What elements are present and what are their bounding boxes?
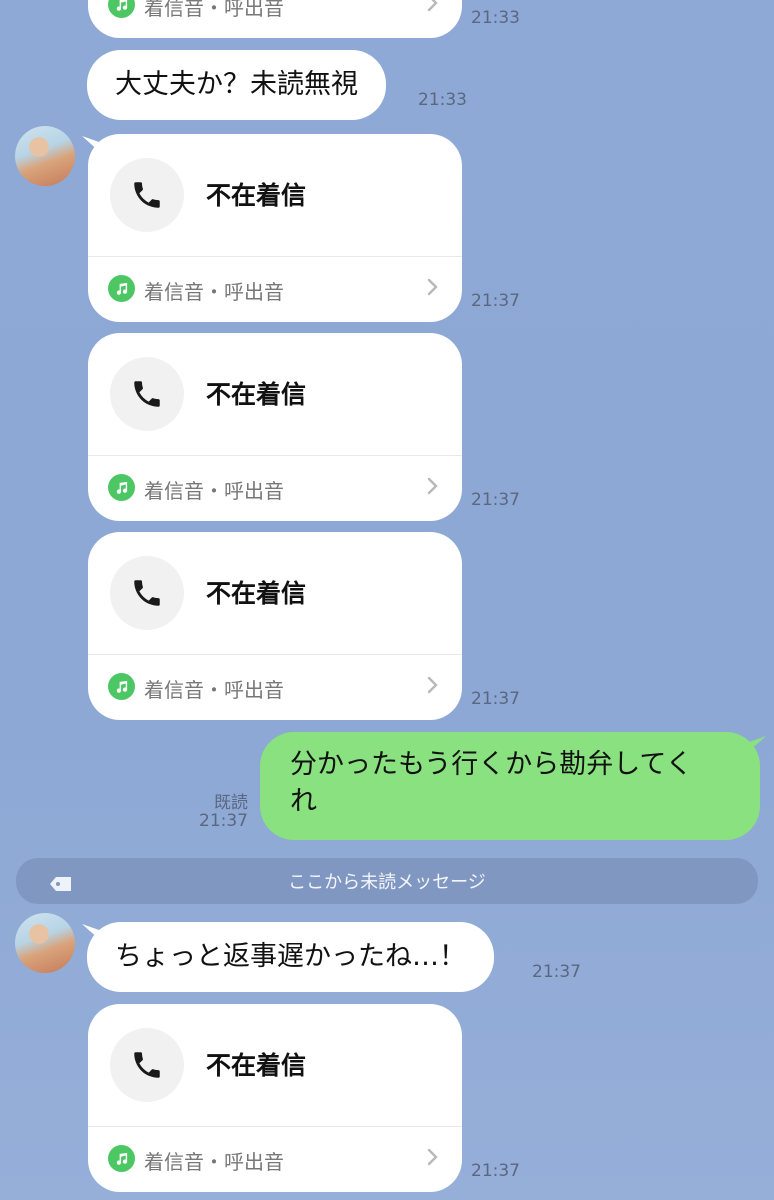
timestamp: 21:33 bbox=[471, 8, 520, 28]
timestamp: 21:37 bbox=[532, 962, 581, 982]
ringtone-link-label: 着信音・呼出音 bbox=[144, 479, 284, 503]
message-text-line: れ bbox=[290, 786, 317, 817]
chevron-right-icon bbox=[426, 275, 440, 303]
message-text: 大丈夫か？未読無視 bbox=[115, 69, 358, 100]
missed-call-card[interactable]: 不在着信 着信音・呼出音 bbox=[88, 532, 462, 720]
unread-divider-label: ここから未読メッセージ bbox=[288, 872, 486, 893]
chevron-right-icon bbox=[426, 474, 440, 502]
missed-call-card[interactable]: 不在着信 着信音・呼出音 bbox=[88, 134, 462, 322]
timestamp: 21:37 bbox=[199, 811, 248, 831]
phone-icon bbox=[110, 556, 184, 630]
music-note-icon bbox=[108, 0, 135, 18]
missed-call-title: 不在着信 bbox=[206, 181, 307, 210]
music-note-icon bbox=[108, 474, 135, 501]
timestamp: 21:37 bbox=[471, 490, 520, 510]
music-note-icon bbox=[108, 275, 135, 302]
received-message-bubble[interactable]: 大丈夫か？未読無視 bbox=[87, 50, 386, 120]
chevron-right-icon bbox=[426, 0, 440, 19]
chevron-right-icon bbox=[426, 673, 440, 701]
music-note-icon bbox=[108, 673, 135, 700]
phone-icon bbox=[110, 158, 184, 232]
sender-avatar[interactable] bbox=[15, 913, 75, 973]
received-message-bubble[interactable]: ちょっと返事遅かったね…！ bbox=[87, 922, 494, 992]
missed-call-card[interactable]: 不在着信 着信音・呼出音 bbox=[88, 1004, 462, 1192]
timestamp: 21:37 bbox=[471, 291, 520, 311]
chevron-right-icon bbox=[426, 1145, 440, 1173]
phone-icon bbox=[110, 1028, 184, 1102]
missed-call-card[interactable]: 不在着信 着信音・呼出音 bbox=[88, 333, 462, 521]
message-text: ちょっと返事遅かったね…！ bbox=[115, 941, 466, 972]
timestamp: 21:37 bbox=[471, 1161, 520, 1181]
timestamp: 21:37 bbox=[471, 689, 520, 709]
sent-message-bubble[interactable]: 分かったもう行くから勘弁してく れ bbox=[260, 732, 760, 840]
missed-call-card-partial[interactable]: 着信音・呼出音 bbox=[88, 0, 462, 38]
sender-avatar[interactable] bbox=[15, 126, 75, 186]
tag-icon bbox=[50, 875, 72, 896]
ringtone-link-label: 着信音・呼出音 bbox=[144, 1150, 284, 1174]
missed-call-title: 不在着信 bbox=[206, 380, 307, 409]
music-note-icon bbox=[108, 1145, 135, 1172]
unread-messages-divider: ここから未読メッセージ bbox=[16, 858, 758, 904]
timestamp: 21:33 bbox=[418, 90, 467, 110]
read-receipt-label: 既読 bbox=[214, 793, 248, 813]
bubble-tail bbox=[748, 736, 766, 752]
ringtone-link-label: 着信音・呼出音 bbox=[144, 678, 284, 702]
ringtone-link-label: 着信音・呼出音 bbox=[144, 280, 284, 304]
phone-icon bbox=[110, 357, 184, 431]
ringtone-link-label: 着信音・呼出音 bbox=[144, 0, 284, 20]
missed-call-title: 不在着信 bbox=[206, 579, 307, 608]
message-text-line: 分かったもう行くから勘弁してく bbox=[290, 749, 693, 780]
missed-call-title: 不在着信 bbox=[206, 1051, 307, 1080]
